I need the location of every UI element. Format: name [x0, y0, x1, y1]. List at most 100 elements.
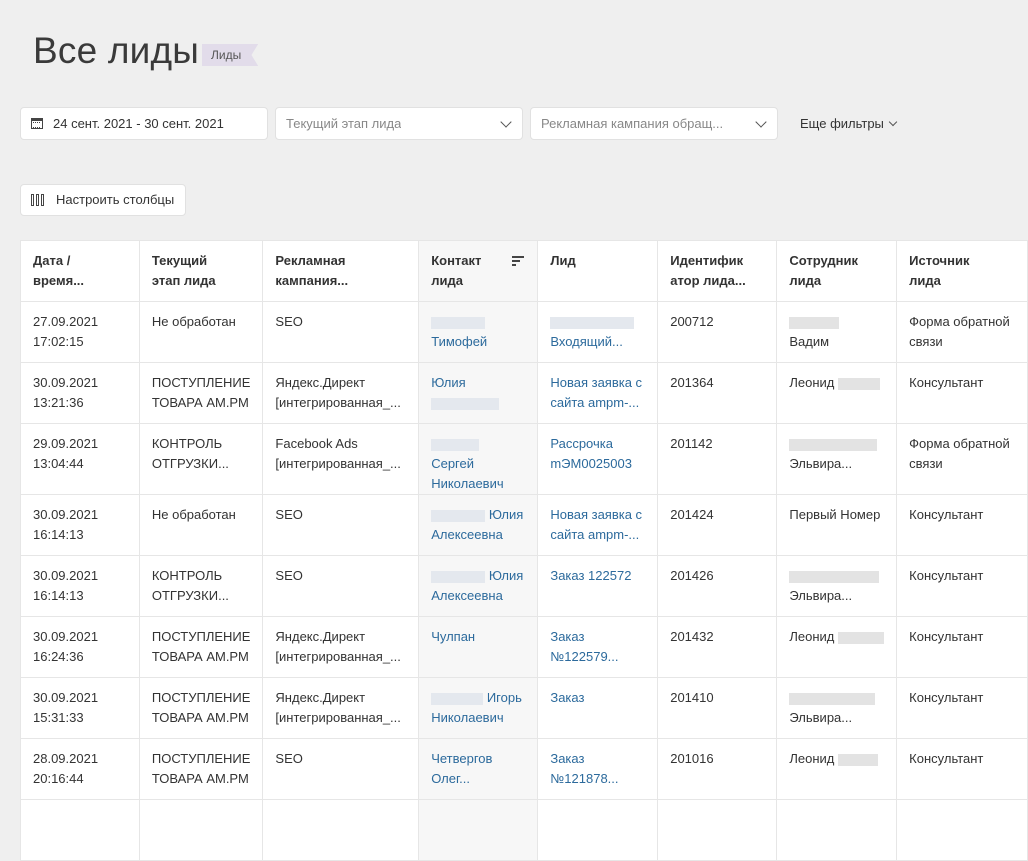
cell-stage: Не обработан [138, 301, 264, 363]
cell-stage: ПОСТУПЛЕНИЕ ТОВАРА АМ.РМ [138, 616, 264, 678]
campaign-filter-placeholder: Рекламная кампания обращ... [541, 116, 724, 131]
configure-columns-label: Настроить столбцы [56, 192, 175, 207]
redacted-text [838, 631, 885, 644]
cell-contact[interactable]: Сергей Николаевич [418, 423, 539, 495]
cell-date: 30.09.2021 13:21:36 [20, 362, 140, 424]
cell-contact[interactable]: Юлия [418, 362, 539, 424]
chevron-down-icon [755, 116, 767, 128]
cell-employee: Эльвира... [776, 677, 898, 739]
cell-employee: Эльвира... [776, 555, 898, 617]
page-title: Все лиды [33, 30, 200, 71]
cell-id: 201016 [657, 738, 778, 800]
table-row[interactable]: 28.09.2021 20:16:44 ПОСТУПЛЕНИЕ ТОВАРА АМ.… [20, 738, 1028, 800]
cell-id: 201424 [657, 494, 778, 556]
table-row[interactable] [20, 799, 1028, 861]
cell-lead[interactable]: Входящий... [537, 301, 659, 363]
column-header-stage[interactable]: Текущий этап лида [138, 240, 264, 302]
cell-campaign: Яндекс.Директ [интегрированная_... [262, 616, 420, 678]
cell-lead[interactable]: Заказ [537, 677, 659, 739]
cell-campaign: Яндекс.Директ [интегрированная_... [262, 677, 420, 739]
cell-id: 201142 [657, 423, 778, 495]
column-header-contact[interactable]: Контакт лида [418, 240, 539, 302]
cell-contact[interactable]: Игорь Николаевич [418, 677, 539, 739]
redacted-text [550, 316, 635, 329]
cell-id: 201426 [657, 555, 778, 617]
cell-campaign: SEO [262, 301, 420, 363]
cell-campaign: Facebook Ads [интегрированная_... [262, 423, 420, 495]
redacted-text [431, 397, 500, 410]
chevron-down-icon [888, 117, 898, 127]
cell-id: 201364 [657, 362, 778, 424]
cell-campaign: SEO [262, 494, 420, 556]
table-row[interactable]: 27.09.2021 17:02:15 Не обработан SEO Тимо… [20, 301, 1028, 363]
columns-icon [31, 194, 46, 206]
configure-columns-button[interactable]: Настроить столбцы [20, 184, 186, 216]
cell-source: Форма обратной связи [896, 301, 1028, 363]
cell-lead[interactable]: Рассрочка mЭМ0025003 [537, 423, 659, 495]
cell-stage: ПОСТУПЛЕНИЕ ТОВАРА АМ.РМ [138, 362, 264, 424]
table-row[interactable]: 29.09.2021 13:04:44 КОНТРОЛЬ ОТГРУЗКИ... F… [20, 423, 1028, 495]
cell-date: 29.09.2021 13:04:44 [20, 423, 140, 495]
cell-employee: Леонид [776, 738, 898, 800]
cell-source: Консультант [896, 555, 1028, 617]
cell-contact[interactable]: Юлия Алексеевна [418, 555, 539, 617]
column-header-lead[interactable]: Лид [537, 240, 659, 302]
page-badge: Лиды [202, 44, 259, 66]
table-row[interactable]: 30.09.2021 15:31:33 ПОСТУПЛЕНИЕ ТОВАРА АМ.… [20, 677, 1028, 739]
cell-campaign: SEO [262, 555, 420, 617]
cell-employee: Леонид [776, 616, 898, 678]
redacted-text [431, 316, 486, 329]
more-filters-label: Еще фильтры [800, 116, 884, 131]
redacted-text [789, 316, 840, 329]
column-header-campaign[interactable]: Рекламная кампания... [262, 240, 420, 302]
cell-stage: КОНТРОЛЬ ОТГРУЗКИ... [138, 555, 264, 617]
table-row[interactable]: 30.09.2021 16:14:13 Не обработан SEO Юлия… [20, 494, 1028, 556]
date-range-filter[interactable]: 24 сент. 2021 - 30 сент. 2021 [20, 107, 268, 140]
cell-date: 30.09.2021 16:14:13 [20, 494, 140, 556]
column-header-id[interactable]: Идентифик атор лида... [657, 240, 778, 302]
cell-date: 30.09.2021 16:24:36 [20, 616, 140, 678]
cell-lead[interactable]: Новая заявка с сайта ampm-... [537, 362, 659, 424]
stage-filter-placeholder: Текущий этап лида [286, 116, 402, 131]
redacted-text [431, 570, 486, 583]
redacted-text [431, 438, 480, 451]
cell-contact[interactable]: Тимофей [418, 301, 539, 363]
redacted-text [789, 692, 876, 705]
cell-date: 30.09.2021 15:31:33 [20, 677, 140, 739]
calendar-icon [31, 118, 43, 129]
cell-employee: Эльвира... [776, 423, 898, 495]
cell-source: Консультант [896, 738, 1028, 800]
stage-filter-select[interactable]: Текущий этап лида [275, 107, 523, 140]
sort-icon[interactable] [512, 256, 525, 266]
table-row[interactable]: 30.09.2021 16:24:36 ПОСТУПЛЕНИЕ ТОВАРА АМ.… [20, 616, 1028, 678]
cell-lead[interactable]: Заказ 122572 [537, 555, 659, 617]
cell-id: 201410 [657, 677, 778, 739]
cell-source: Консультант [896, 494, 1028, 556]
cell-lead[interactable]: Заказ №121878... [537, 738, 659, 800]
table-header-row: Дата / время... Текущий этап лида Рекламна… [20, 240, 1028, 302]
cell-stage: КОНТРОЛЬ ОТГРУЗКИ... [138, 423, 264, 495]
table-row[interactable]: 30.09.2021 16:14:13 КОНТРОЛЬ ОТГРУЗКИ... S… [20, 555, 1028, 617]
cell-lead[interactable]: Заказ №122579... [537, 616, 659, 678]
column-header-employee[interactable]: Сотрудник лида [776, 240, 898, 302]
cell-stage: Не обработан [138, 494, 264, 556]
column-header-source[interactable]: Источник лида [896, 240, 1028, 302]
cell-stage: ПОСТУПЛЕНИЕ ТОВАРА АМ.РМ [138, 738, 264, 800]
redacted-text [431, 692, 484, 705]
cell-employee: Леонид [776, 362, 898, 424]
cell-contact[interactable]: Четвергов Олег... [418, 738, 539, 800]
more-filters-button[interactable]: Еще фильтры [800, 116, 898, 131]
cell-id: 201432 [657, 616, 778, 678]
cell-contact[interactable]: Чулпан [418, 616, 539, 678]
cell-source: Консультант [896, 362, 1028, 424]
campaign-filter-select[interactable]: Рекламная кампания обращ... [530, 107, 778, 140]
cell-campaign: Яндекс.Директ [интегрированная_... [262, 362, 420, 424]
cell-contact[interactable]: Юлия Алексеевна [418, 494, 539, 556]
cell-date: 27.09.2021 17:02:15 [20, 301, 140, 363]
cell-date: 30.09.2021 16:14:13 [20, 555, 140, 617]
table-row[interactable]: 30.09.2021 13:21:36 ПОСТУПЛЕНИЕ ТОВАРА АМ.… [20, 362, 1028, 424]
redacted-text [838, 377, 881, 390]
column-header-date[interactable]: Дата / время... [20, 240, 140, 302]
cell-lead[interactable]: Новая заявка с сайта ampm-... [537, 494, 659, 556]
cell-id: 200712 [657, 301, 778, 363]
